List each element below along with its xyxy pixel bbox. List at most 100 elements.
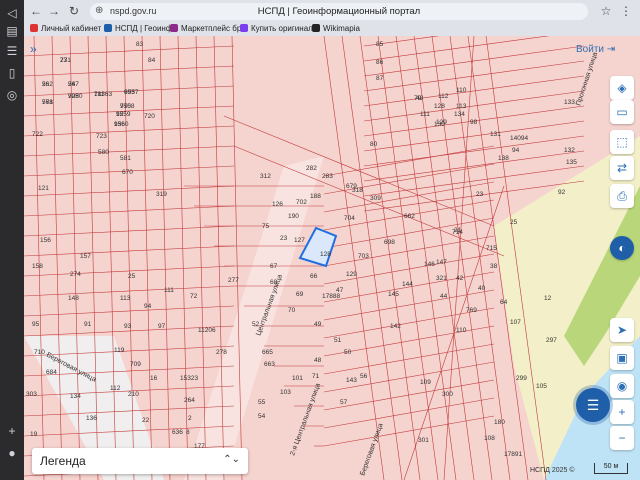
parcel-line [363,150,585,182]
parcel-label: 112 [110,385,121,392]
settings-icon[interactable]: ◎ [5,88,19,102]
parcel-line [159,36,171,480]
layers-icon: ◈ [617,81,627,95]
feedback-button[interactable]: ☰ [576,388,610,422]
parcel-label: 297 [546,337,557,344]
parcel-label: 309 [370,195,381,202]
parcel-label: 709 [130,361,141,368]
bookmark-1[interactable]: НСПД | Геоинфо [104,23,177,35]
select-area-button[interactable]: ⬚ [610,130,634,154]
geolocate-button[interactable]: ➤ [610,318,634,342]
locate-arrow-icon: ➤ [616,323,628,337]
parcel-label: 8 [186,429,190,436]
parcel-label: 136 [114,121,125,128]
parcel-label: 143 [346,377,357,384]
print-button[interactable]: ⎙ [610,184,634,208]
assistant-button[interactable]: ◐ [610,236,634,260]
parcel-line [323,379,495,411]
parcel-label: 57 [340,399,348,406]
parcel-label: 66 [310,273,318,280]
bookmark-4[interactable]: Wikimapia [312,23,360,35]
parcel-label: 318 [352,187,363,194]
parcel-label: 93 [124,323,132,330]
parcel-label: 112 [438,93,449,100]
bookmark-star-icon[interactable]: ☆ [598,3,614,19]
parcel-label: 55 [258,399,266,406]
reload-button[interactable]: ↻ [66,3,82,19]
notes-icon[interactable]: ▤ [5,24,19,38]
parcel-label: 319 [156,191,167,198]
back-button[interactable]: ← [28,3,44,19]
parcel-label: 85 [376,41,384,48]
parcel-label: 97 [158,323,166,330]
parcel-label: 19 [30,431,38,438]
parcel-line [141,36,153,480]
search-location-button[interactable]: ◉ [610,374,634,398]
assistant-icon[interactable]: ● [5,446,19,460]
bookmark-2-icon [170,24,178,32]
parcel-label: 134 [454,111,465,118]
parcel-line [24,205,235,217]
menu-icon[interactable]: ⋮ [618,3,634,19]
parcel-label: 158 [32,263,43,270]
bookmark-2[interactable]: Маркетплейс бра [170,23,246,35]
layers-button[interactable]: ◈ [610,76,634,100]
parcel-label: 188 [310,193,321,200]
parcel-line [177,36,189,480]
forward-button[interactable]: → [46,3,62,19]
parcel-line [24,65,235,77]
parcel-label: 94 [144,303,152,310]
list-icon[interactable]: ☰ [5,44,19,58]
expand-panel-icon[interactable]: » [30,42,44,56]
copyright-text: НСПД 2025 © [530,467,575,474]
parcel-label: 24 [68,81,76,88]
bookmark-3-icon [240,24,248,32]
selected-parcel[interactable] [298,226,338,268]
parcel-label: 301 [418,437,429,444]
phone-icon[interactable]: ▯ [5,66,19,80]
parcel-label: 25 [128,273,136,280]
address-bar[interactable]: ⊕ nspd.gov.ru НСПД | Геоинформационный п… [90,3,588,20]
parcel-label: 769 [466,307,477,314]
map-canvas[interactable]: 731 562 567 568 9250 18363 9557 9558 9559 9560 720… [24,36,640,480]
parcel-label: 17891 [504,451,522,458]
parcel-label: 277 [228,277,239,284]
parcel-line [24,125,235,137]
parcel-label: 711 [94,91,105,98]
parcel-label: 111 [164,287,174,294]
zoom-out-button[interactable]: − [610,426,634,450]
os-sidebar: ◁ ▤ ☰ ▯ ◎ + ● [0,0,24,480]
cadastral-map[interactable]: 731562 5675689250 18363 9557955895599560720… [24,36,640,480]
back-icon[interactable]: ◁ [5,6,19,20]
parcel-label: 665 [262,349,273,356]
parcel-label: 44 [440,293,448,300]
zoom-in-button[interactable]: + [610,400,634,424]
bookmark-0[interactable]: Личный кабинет [30,23,101,35]
parcel-label: 67 [270,263,278,270]
print-icon: ⎙ [617,189,627,203]
basemap-button[interactable]: ▭ [610,100,634,124]
parcel-label: 91 [84,321,92,328]
parcel-label: 12 [116,111,124,118]
parcel-label: 40 [478,285,486,292]
login-button[interactable]: Войти ⇥ [576,44,615,60]
legend-dropdown[interactable]: Легенда ⌃⌄ [32,448,248,474]
parcel-label: 300 [442,391,453,398]
parcel-line [24,225,235,237]
add-icon[interactable]: + [5,424,19,438]
share-button[interactable]: ⇄ [610,156,634,180]
parcel-label: 107 [510,319,521,326]
tab-bar: ← → ↻ ⊕ nspd.gov.ru НСПД | Геоинформацио… [24,0,640,22]
parcel-label: 128 [320,251,331,258]
bookmark-0-label: Личный кабинет [41,24,102,33]
tool-button[interactable]: ▣ [610,346,634,370]
parcel-label: 130 [434,121,445,128]
parcel-label: 136 [86,415,97,422]
parcel-label: 157 [80,253,91,260]
parcel-line [341,36,403,480]
parcel-label: 581 [120,155,131,162]
bookmark-3[interactable]: Купить оригинал [240,23,313,35]
parcel-label: 770 [120,103,131,110]
login-label: Войти [576,44,604,55]
parcel-label: 48 [314,357,322,364]
